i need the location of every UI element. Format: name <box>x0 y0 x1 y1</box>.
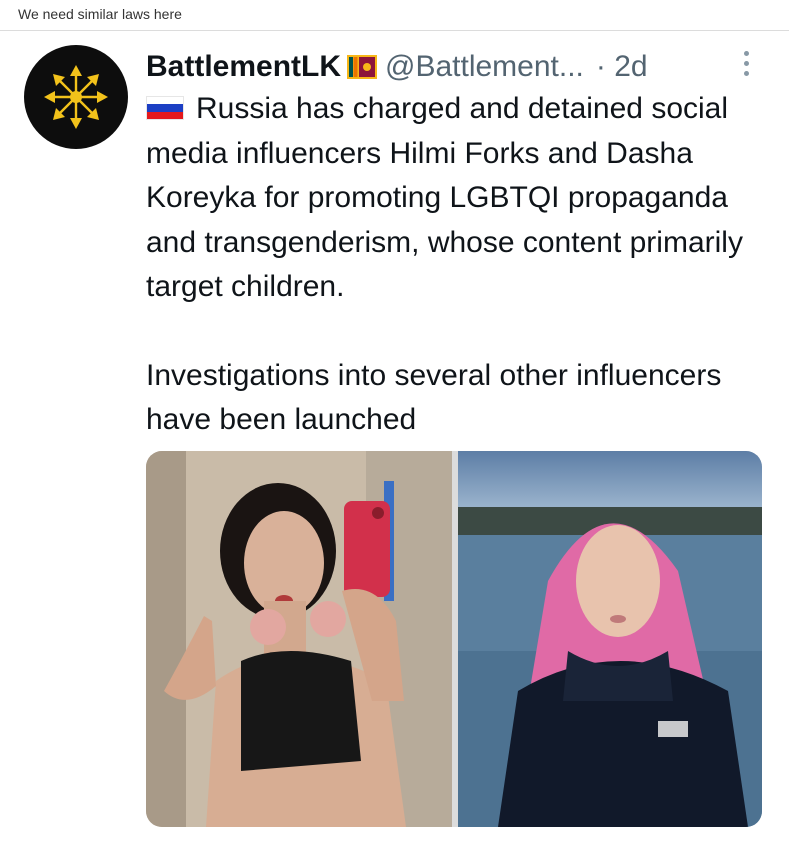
tweet-text: Russia has charged and detained social m… <box>146 87 776 443</box>
author-name[interactable]: BattlementLK <box>146 50 341 83</box>
sri-lanka-flag-icon <box>347 55 378 79</box>
lake-portrait-photo[interactable] <box>458 451 762 827</box>
more-options-icon[interactable] <box>736 51 756 81</box>
author-handle[interactable]: @Battlement... <box>385 50 584 83</box>
post-caption-bar: We need similar laws here <box>0 0 789 31</box>
avatar[interactable] <box>24 45 128 149</box>
chaos-star-icon <box>44 65 108 129</box>
russia-flag-icon <box>146 96 184 120</box>
mirror-selfie-photo[interactable] <box>146 451 452 827</box>
tweet-paragraph-1-text: Russia has charged and detained social m… <box>146 92 743 303</box>
tweet-header: BattlementLK @Battlement... · 2d <box>146 47 776 87</box>
tweet-paragraph-1: Russia has charged and detained social m… <box>146 87 776 310</box>
tweet-media[interactable] <box>146 451 762 827</box>
tweet-time[interactable]: · 2d <box>596 50 648 83</box>
tweet-card[interactable]: BattlementLK @Battlement... · 2d Russia h… <box>0 31 789 853</box>
post-caption: We need similar laws here <box>18 6 182 22</box>
tweet-paragraph-2: Investigations into several other influe… <box>146 358 722 437</box>
